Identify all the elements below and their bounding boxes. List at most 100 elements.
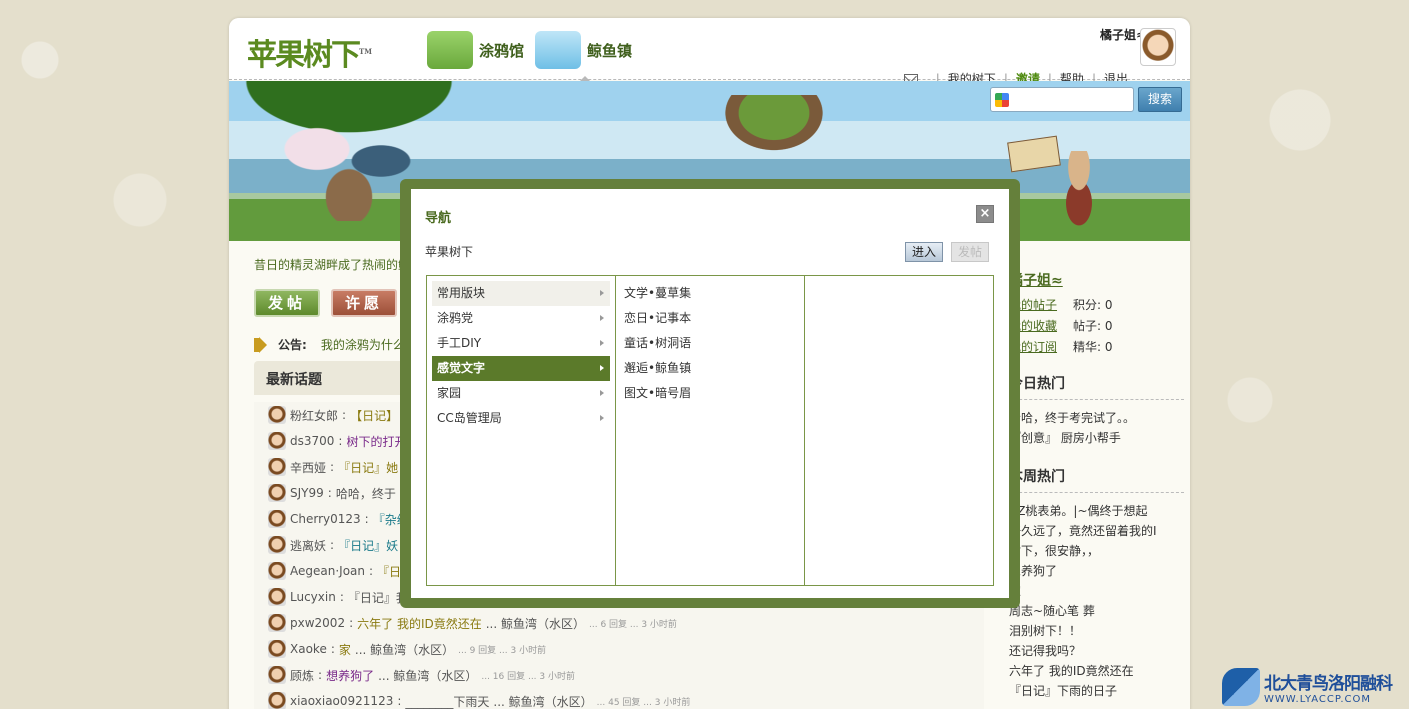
hot-item[interactable]: 六年了 我的ID竟然还在 [1009,661,1184,681]
topic-row[interactable]: 顾炼: 想养狗了... 鲸鱼湾（水区） ... 16 回复 ... 3 小时前 [254,662,984,688]
hot-item[interactable]: 想养狗了 [1009,561,1184,581]
notice-link[interactable]: 我的涂鸦为什么 [321,336,405,353]
hot-item[interactable]: 树下，很安静，， [1009,541,1184,561]
house-icon [427,31,473,69]
topic-forum[interactable]: ... 鲸鱼湾（水区） [493,693,592,709]
watermark: 北大青鸟洛阳融科 WWW.LYACCP.COM [1222,664,1409,709]
user-avatar[interactable] [268,562,286,580]
topic-title[interactable]: ________下雨天 [405,693,489,709]
category-item[interactable]: 手工DIY [432,331,610,356]
topic-forum[interactable]: ... 鲸鱼湾（水区） [378,667,477,684]
subforum-item[interactable]: 恋日•记事本 [624,306,796,331]
topic-row[interactable]: Xaoke: 家... 鲸鱼湾（水区） ... 9 回复 ... 3 小时前 [254,636,984,662]
forum-browser: 常用版块 涂鸦党手工DIY 感觉文字家园 CC岛管理局 文学•蔓草集 恋日•记事本 童话•… [426,275,994,586]
topic-title[interactable]: 『日 [377,563,401,580]
sidebar: 橘子姐≈ 我的帖子 积分: 0 我的收藏 帖子: 0 我的订阅 精华: 0 今日… [1009,270,1184,701]
topic-title[interactable]: 【日记】 [350,407,398,424]
tab-jingyuzhen[interactable]: 鲸鱼镇 [535,26,632,82]
topic-forum[interactable]: ... 鲸鱼湾（水区） [355,641,454,658]
user-avatar[interactable] [268,614,286,632]
category-item[interactable]: 常用版块 [432,281,610,306]
hot-item[interactable]: 哈哈，终于考完试了。。 [1009,408,1184,428]
subforum-item[interactable]: 童话•树洞语 [624,331,796,356]
category-item[interactable]: 感觉文字 [432,356,610,381]
category-item[interactable]: 涂鸦党 [432,306,610,331]
avatar[interactable] [1140,28,1176,66]
sidebar-username[interactable]: 橘子姐≈ [1009,270,1184,290]
category-item[interactable]: 家园 [432,381,610,406]
user-avatar[interactable] [268,640,286,658]
hot-item[interactable]: 家 [1009,581,1184,601]
topic-user[interactable]: Xaoke [290,642,327,656]
hot-item[interactable]: 泪别树下！！ [1009,621,1184,641]
user-avatar[interactable] [268,432,286,450]
hot-item[interactable]: 还记得我吗？ [1009,641,1184,661]
user-avatar[interactable] [268,692,286,709]
search-input[interactable] [990,87,1134,112]
user-avatar[interactable] [268,536,286,554]
topic-row[interactable]: pxw2002: 六年了 我的ID竟然还在... 鲸鱼湾（水区） ... 6 回复 … [254,610,984,636]
watermark-name: 北大青鸟洛阳融科 [1264,673,1393,694]
enter-button[interactable]: 进入 [905,242,943,262]
hot-item[interactable]: 『日记』下雨的日子 [1009,681,1184,701]
topic-user[interactable]: 粉红女郎 [290,407,338,424]
subforum-column: 文学•蔓草集 恋日•记事本 童话•树洞语 邂逅•鲸鱼镇 图文•暗号眉 [616,276,805,585]
topic-user[interactable]: ds3700 [290,434,334,448]
user-avatar[interactable] [268,484,286,502]
topic-title[interactable]: 『日记』妖 [338,537,398,554]
user-avatar[interactable] [268,406,286,424]
topic-user[interactable]: Aegean·Joan [290,564,365,578]
topic-title[interactable]: 想养狗了 [326,667,374,684]
topic-user[interactable]: Lucyxin [290,590,336,604]
stat-posts: 帖子: 0 [1073,319,1113,333]
subforum-item[interactable]: 邂逅•鲸鱼镇 [624,356,796,381]
topic-user[interactable]: SJY99 [290,486,324,500]
hot-item[interactable]: 好久远了，竟然还留着我的I [1009,521,1184,541]
colon: : [339,590,344,604]
tab-tuyaguan[interactable]: 涂鸦馆 [427,26,524,74]
topic-title[interactable]: 树下的打开 [346,433,406,450]
hot-item[interactable]: 『创意』 厨房小帮手 [1009,428,1184,448]
topic-forum[interactable]: ... 鲸鱼湾（水区） [486,615,585,632]
user-avatar[interactable] [268,510,286,528]
topic-user[interactable]: 顾炼 [290,667,314,684]
topic-title[interactable]: 六年了 我的ID竟然还在 [357,615,482,632]
colon: : [327,486,332,500]
week-hot-title: 本周热门 [1009,466,1184,493]
topic-user[interactable]: 逃离妖 [290,537,326,554]
user-stats: 我的帖子 积分: 0 我的收藏 帖子: 0 我的订阅 精华: 0 [1009,296,1184,355]
post-button-disabled[interactable]: 发帖 [951,242,989,262]
topic-user[interactable]: Cherry0123 [290,512,361,526]
hot-item[interactable]: AZ桃表弟。|~偶终于想起 [1009,501,1184,521]
close-icon[interactable]: × [976,205,994,223]
user-avatar[interactable] [268,666,286,684]
user-avatar[interactable] [268,588,286,606]
user-avatar[interactable] [268,458,286,476]
today-hot-list: 哈哈，终于考完试了。。 『创意』 厨房小帮手 [1009,408,1184,448]
topic-title[interactable]: 家 [339,641,351,658]
post-button[interactable]: 发帖 [254,289,320,317]
topic-title[interactable]: 『日记』我 [348,589,408,606]
subforum-item[interactable]: 文学•蔓草集 [624,281,796,306]
topic-user[interactable]: xiaoxiao0921123 [290,694,393,708]
marquee-text[interactable]: 昔日的精灵湖畔成了热闹的鲸 [254,256,410,273]
subforum-item[interactable]: 图文•暗号眉 [624,381,796,406]
wish-button[interactable]: 许愿 [331,289,397,317]
chevron-right-icon [600,290,604,296]
topic-user[interactable]: pxw2002 [290,616,345,630]
category-label: 家园 [437,386,462,400]
chevron-right-icon [600,340,604,346]
category-label: 手工DIY [437,336,482,350]
topic-row[interactable]: xiaoxiao0921123: ________下雨天... 鲸鱼湾（水区）..… [254,688,984,709]
topic-title[interactable]: 哈哈，终于 [336,485,396,502]
chevron-right-icon [600,415,604,421]
hot-item[interactable]: 周志~随心笔 葬 [1009,601,1184,621]
topic-user[interactable]: 辛西娅 [290,459,326,476]
colon: : [397,694,402,708]
topic-title[interactable]: 『日记』她 [338,459,398,476]
site-logo[interactable]: 苹果树下TM [247,30,372,74]
topic-stats: ... 45 回复 ... 3 小时前 [596,697,691,708]
category-item[interactable]: CC岛管理局 [432,406,610,431]
week-hot-list: AZ桃表弟。|~偶终于想起好久远了，竟然还留着我的I树下，很安静，，想养狗了家周… [1009,501,1184,701]
search-button[interactable]: 搜索 [1138,87,1182,112]
